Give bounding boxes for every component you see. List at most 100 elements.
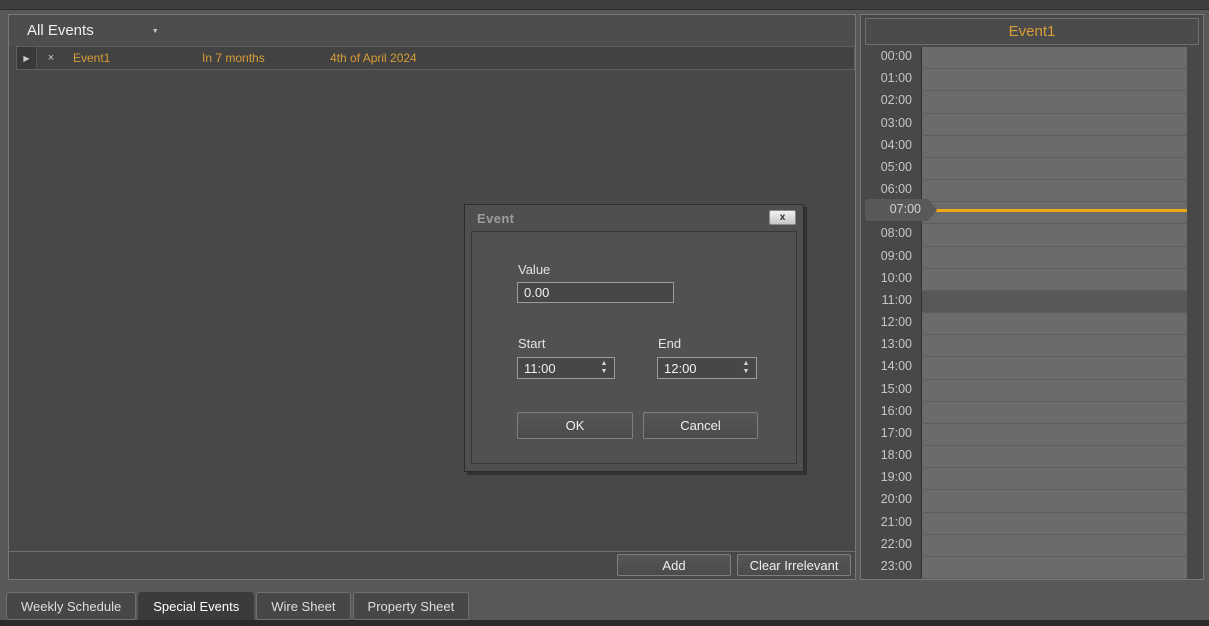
schedule-cell[interactable]	[921, 158, 1187, 180]
schedule-row: 10:00	[865, 269, 1187, 291]
events-filter-dropdown[interactable]: All Events ▼	[27, 22, 159, 39]
events-footer-bar: Add Clear Irrelevant	[9, 551, 855, 579]
event-list-row[interactable]: ▶ × Event1 In 7 months 4th of April 2024	[16, 46, 855, 70]
schedule-cell[interactable]	[921, 114, 1187, 136]
time-label: 05:00	[865, 158, 921, 180]
day-schedule-panel: Event1 07:00 00:0001:0002:0003:0004:0005…	[860, 14, 1204, 580]
time-label: 09:00	[865, 247, 921, 269]
ok-button[interactable]: OK	[517, 412, 633, 439]
schedule-row: 15:00	[865, 380, 1187, 402]
schedule-cell[interactable]	[921, 513, 1187, 535]
end-time-field[interactable]: 12:00 ▲ ▼	[657, 357, 757, 379]
spin-down-icon[interactable]: ▼	[739, 368, 753, 376]
schedule-cell[interactable]	[921, 224, 1187, 246]
schedule-row: 13:00	[865, 335, 1187, 357]
schedule-row: 06:00	[865, 180, 1187, 202]
dialog-content: Value 0.00 Start 11:00 ▲ ▼ End 12:00 ▲ ▼…	[471, 231, 797, 464]
clear-irrelevant-button[interactable]: Clear Irrelevant	[737, 554, 851, 576]
schedule-cell[interactable]	[921, 91, 1187, 113]
schedule-row: 03:00	[865, 114, 1187, 136]
spin-up-icon[interactable]: ▲	[597, 360, 611, 368]
dialog-title: Event	[477, 211, 514, 226]
schedule-cell[interactable]	[921, 180, 1187, 202]
schedule-row: 01:00	[865, 69, 1187, 91]
time-label: 17:00	[865, 424, 921, 446]
spin-up-icon[interactable]: ▲	[739, 360, 753, 368]
time-label: 20:00	[865, 490, 921, 512]
tab-wire-sheet[interactable]: Wire Sheet	[256, 592, 350, 620]
close-icon[interactable]: x	[769, 210, 796, 225]
schedule-row: 21:00	[865, 513, 1187, 535]
events-filter-value: All Events	[27, 22, 94, 39]
schedule-title: Event1	[1009, 23, 1056, 40]
schedule-row: 17:00	[865, 424, 1187, 446]
schedule-row: 02:00	[865, 91, 1187, 113]
schedule-cell[interactable]	[921, 335, 1187, 357]
time-marker-line[interactable]	[935, 209, 1187, 212]
time-label: 02:00	[865, 91, 921, 113]
tab-weekly-schedule[interactable]: Weekly Schedule	[6, 592, 136, 620]
time-label: 08:00	[865, 224, 921, 246]
schedule-row: 08:00	[865, 224, 1187, 246]
start-time-field[interactable]: 11:00 ▲ ▼	[517, 357, 615, 379]
schedule-cell[interactable]	[921, 313, 1187, 335]
add-button[interactable]: Add	[617, 554, 731, 576]
schedule-row: 18:00	[865, 446, 1187, 468]
tab-special-events[interactable]: Special Events	[138, 592, 254, 620]
schedule-cell[interactable]	[921, 535, 1187, 557]
schedule-grid: 07:00 00:0001:0002:0003:0004:0005:0006:0…	[865, 47, 1187, 579]
window-bottom-strip	[0, 620, 1209, 626]
cancel-button[interactable]: Cancel	[643, 412, 758, 439]
expander-arrow-icon: ▶	[23, 54, 29, 63]
schedule-cell[interactable]	[921, 490, 1187, 512]
remove-x-icon: ×	[48, 52, 54, 64]
schedule-row: 20:00	[865, 490, 1187, 512]
schedule-row: 23:00	[865, 557, 1187, 579]
row-expander-button[interactable]: ▶	[17, 47, 37, 69]
schedule-cell[interactable]	[921, 446, 1187, 468]
events-filter-bar: All Events ▼	[9, 15, 855, 46]
time-marker-tag[interactable]: 07:00	[865, 199, 937, 221]
value-field-text: 0.00	[524, 285, 673, 300]
schedule-cell[interactable]	[921, 136, 1187, 158]
event-dialog: Event x Value 0.00 Start 11:00 ▲ ▼ End 1…	[464, 204, 804, 472]
time-label: 15:00	[865, 380, 921, 402]
schedule-cell[interactable]	[921, 468, 1187, 490]
schedule-row: 04:00	[865, 136, 1187, 158]
schedule-header: Event1	[865, 18, 1199, 45]
schedule-cell[interactable]	[921, 269, 1187, 291]
schedule-row: 14:00	[865, 357, 1187, 379]
schedule-cell[interactable]	[921, 424, 1187, 446]
value-label: Value	[518, 262, 550, 277]
time-label: 10:00	[865, 269, 921, 291]
schedule-row: 11:00	[865, 291, 1187, 313]
schedule-row: 12:00	[865, 313, 1187, 335]
spin-down-icon[interactable]: ▼	[597, 368, 611, 376]
window-top-strip	[0, 0, 1209, 10]
schedule-cell[interactable]	[921, 47, 1187, 69]
time-label: 13:00	[865, 335, 921, 357]
schedule-cell[interactable]	[921, 202, 1187, 224]
value-field[interactable]: 0.00	[517, 282, 674, 303]
schedule-cell[interactable]	[921, 380, 1187, 402]
schedule-row: 16:00	[865, 402, 1187, 424]
time-label: 19:00	[865, 468, 921, 490]
schedule-cell[interactable]	[921, 291, 1187, 313]
view-tab-bar: Weekly ScheduleSpecial EventsWire SheetP…	[0, 592, 469, 620]
schedule-row: 00:00	[865, 47, 1187, 69]
row-remove-button[interactable]: ×	[37, 47, 65, 69]
time-label: 06:00	[865, 180, 921, 202]
schedule-cell[interactable]	[921, 69, 1187, 91]
dialog-titlebar[interactable]: Event x	[465, 205, 803, 231]
start-label: Start	[518, 336, 545, 351]
time-label: 11:00	[865, 291, 921, 313]
schedule-cell[interactable]	[921, 247, 1187, 269]
schedule-row: 19:00	[865, 468, 1187, 490]
schedule-cell[interactable]	[921, 557, 1187, 579]
tab-property-sheet[interactable]: Property Sheet	[353, 592, 470, 620]
time-label: 01:00	[865, 69, 921, 91]
schedule-cell[interactable]	[921, 402, 1187, 424]
time-label: 21:00	[865, 513, 921, 535]
schedule-cell[interactable]	[921, 357, 1187, 379]
time-label: 12:00	[865, 313, 921, 335]
